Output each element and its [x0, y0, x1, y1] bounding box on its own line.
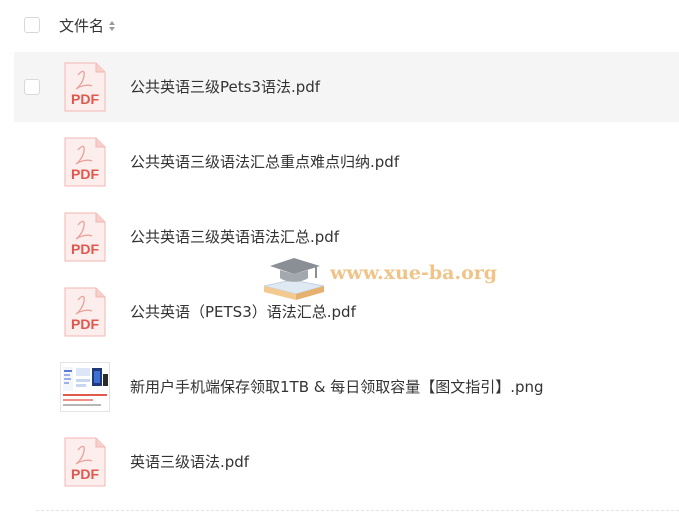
file-name[interactable]: 新用户手机端保存领取1TB & 每日领取容量【图文指引】.png	[130, 376, 544, 398]
file-name[interactable]: 公共英语（PETS3）语法汇总.pdf	[130, 301, 356, 323]
watermark: www.xue-ba.org	[262, 248, 497, 304]
image-thumbnail	[60, 362, 110, 412]
filename-column-label: 文件名	[59, 17, 105, 35]
file-row[interactable]: PDF 公共英语三级语法汇总重点难点归纳.pdf	[14, 127, 679, 197]
sort-icon[interactable]	[108, 20, 116, 32]
filename-column-header[interactable]: 文件名	[59, 16, 116, 36]
file-row[interactable]: PDF 英语三级语法.pdf	[14, 427, 679, 497]
file-name[interactable]: 英语三级语法.pdf	[130, 451, 249, 473]
list-bottom-divider	[36, 510, 679, 511]
pdf-file-icon: PDF	[64, 287, 106, 337]
svg-text:PDF: PDF	[71, 316, 99, 332]
svg-text:PDF: PDF	[71, 466, 99, 482]
file-checkbox[interactable]	[24, 79, 40, 95]
select-all-checkbox[interactable]	[24, 17, 40, 33]
svg-text:PDF: PDF	[71, 166, 99, 182]
file-list-header: 文件名	[0, 0, 679, 50]
file-name[interactable]: 公共英语三级语法汇总重点难点归纳.pdf	[130, 151, 399, 173]
svg-text:PDF: PDF	[71, 91, 99, 107]
file-name[interactable]: 公共英语三级Pets3语法.pdf	[130, 76, 320, 98]
svg-text:PDF: PDF	[71, 241, 99, 257]
pdf-file-icon: PDF	[64, 137, 106, 187]
pdf-file-icon: PDF	[64, 212, 106, 262]
file-row[interactable]: PDF 公共英语三级Pets3语法.pdf	[14, 52, 679, 122]
watermark-text: www.xue-ba.org	[330, 262, 498, 284]
pdf-file-icon: PDF	[64, 62, 106, 112]
pdf-file-icon: PDF	[64, 437, 106, 487]
graduation-cap-book-icon	[263, 258, 325, 300]
file-name[interactable]: 公共英语三级英语语法汇总.pdf	[130, 226, 339, 248]
file-row[interactable]: 新用户手机端保存领取1TB & 每日领取容量【图文指引】.png	[14, 352, 679, 422]
